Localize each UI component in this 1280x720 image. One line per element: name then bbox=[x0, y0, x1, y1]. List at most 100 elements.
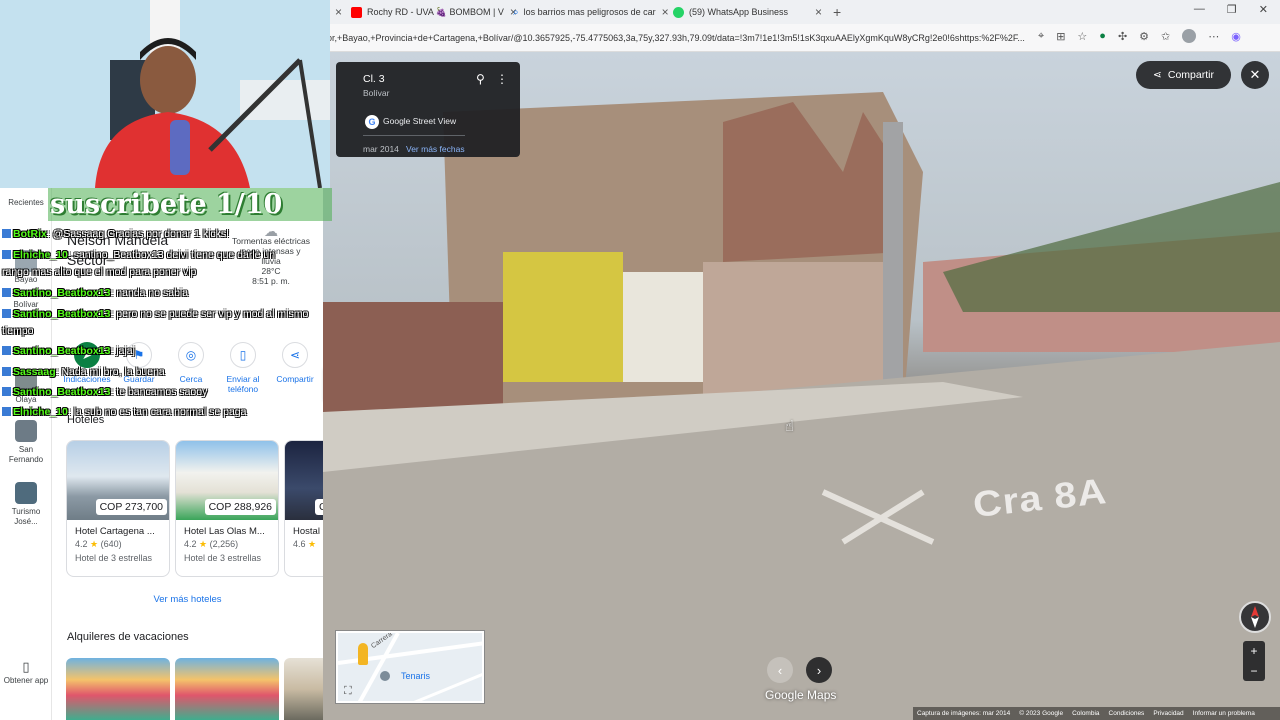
extensions-icon[interactable]: ✣ bbox=[1118, 30, 1127, 43]
hotel-price: COP 288,926 bbox=[204, 499, 276, 515]
rail-item-recientes[interactable]: Recientes bbox=[2, 198, 50, 208]
location-icon[interactable]: ⌖ bbox=[1038, 30, 1044, 43]
more-hotels-link[interactable]: Ver más hoteles bbox=[52, 594, 323, 605]
tab-youtube[interactable]: Rochy RD - UVA 🍇 BOMBOM | V × bbox=[351, 2, 521, 22]
new-tab-button[interactable]: + bbox=[833, 2, 841, 22]
compass-icon[interactable] bbox=[1239, 601, 1271, 633]
close-tab-icon[interactable]: × bbox=[662, 5, 668, 19]
vacation-rentals-heading: Alquileres de vacaciones bbox=[67, 631, 189, 643]
yellow-storefront bbox=[503, 252, 623, 382]
zoom-in-button[interactable]: + bbox=[1250, 644, 1257, 658]
review-count: (640) bbox=[100, 539, 122, 549]
address-bar: or,+Bayao,+Provincia+de+Cartagena,+Bolív… bbox=[323, 24, 1280, 52]
rail-item-san-fernando[interactable]: San Fernando bbox=[2, 420, 50, 465]
rail-item-label: Turismo José... bbox=[11, 507, 41, 526]
expand-icon[interactable]: ⛶ bbox=[344, 685, 352, 698]
zoom-out-button[interactable]: − bbox=[1250, 664, 1257, 678]
hand-cursor-icon: ☝ bbox=[785, 418, 795, 435]
share-icon: ⋖ bbox=[282, 342, 308, 368]
youtube-icon bbox=[351, 6, 362, 18]
chat-user: Elniche_10 bbox=[13, 249, 68, 261]
hotel-class: Hotel de 3 estrellas bbox=[75, 553, 153, 563]
url-field[interactable]: or,+Bayao,+Provincia+de+Cartagena,+Bolív… bbox=[327, 30, 1032, 46]
favorites-icon[interactable]: ✩ bbox=[1161, 30, 1170, 43]
left-building bbox=[323, 302, 503, 412]
privacy-link[interactable]: Privacidad bbox=[1153, 710, 1183, 717]
shop-front bbox=[703, 262, 883, 402]
send-to-phone-button[interactable]: ▯ Enviar al teléfono bbox=[218, 342, 268, 394]
hotel-photo: C bbox=[285, 441, 323, 520]
tab-whatsapp[interactable]: (59) WhatsApp Business × bbox=[673, 2, 825, 22]
vacation-rental-card[interactable] bbox=[66, 658, 170, 720]
more-options-icon[interactable]: ⋮ bbox=[496, 72, 508, 86]
zoom-controls: + − bbox=[1243, 641, 1265, 681]
pin-icon[interactable]: ⚲ bbox=[476, 72, 485, 86]
chat-message: Elniche_10: la sub no es tan cara normal… bbox=[2, 406, 246, 419]
copyright: © 2023 Google bbox=[1019, 710, 1064, 717]
previous-arrow-button[interactable]: ‹ bbox=[767, 657, 793, 683]
more-icon[interactable]: ⋯ bbox=[1208, 30, 1219, 43]
weather-temp: 28°C bbox=[261, 266, 281, 276]
minimap-poi-label: Tenaris bbox=[401, 671, 431, 681]
avatar[interactable] bbox=[1182, 29, 1197, 43]
close-window-icon[interactable]: ✕ bbox=[1259, 3, 1268, 16]
subscribe-banner: suscribete 1/10 bbox=[48, 188, 332, 221]
more-dates-link[interactable]: Ver más fechas bbox=[406, 144, 465, 154]
chat-user: BotRix bbox=[13, 228, 47, 240]
apps-icon[interactable]: ⊞ bbox=[1056, 30, 1065, 43]
get-app-button[interactable]: ▯ Obtener app bbox=[2, 659, 50, 686]
share-button[interactable]: ⋖ Compartir bbox=[270, 342, 320, 394]
extension-icon[interactable]: ● bbox=[1099, 30, 1106, 42]
chat-message: rango mas alto que el mod para poner vip bbox=[2, 266, 196, 279]
next-arrow-button[interactable]: › bbox=[806, 657, 832, 683]
minimap[interactable]: ⛶ Carrera Tenaris bbox=[336, 631, 484, 703]
badge-icon bbox=[2, 250, 11, 259]
badge-icon bbox=[2, 407, 11, 416]
address-bar-icons: ⌖ ⊞ ☆ ● ✣ ⚙ ✩ ⋯ ◉ bbox=[1038, 29, 1241, 43]
vacation-rental-card[interactable] bbox=[284, 658, 323, 720]
chat-text: : Nada mi bro, la buena bbox=[55, 366, 165, 378]
badge-icon bbox=[2, 387, 11, 396]
close-tab-icon[interactable]: × bbox=[329, 2, 342, 22]
hotel-card[interactable]: COP 288,926 Hotel Las Olas M... 4.2 ★ (2… bbox=[175, 440, 279, 577]
chat-text: : te bancamos saooy bbox=[110, 386, 208, 398]
street-view-canvas[interactable]: Cra 8A ☝ Cl. 3 Bolívar ⚲ ⋮ G Google Stre… bbox=[323, 52, 1280, 720]
terms-link[interactable]: Condiciones bbox=[1109, 710, 1145, 717]
restore-icon[interactable]: ❐ bbox=[1227, 3, 1237, 16]
settings-icon[interactable]: ⚙ bbox=[1139, 30, 1149, 43]
rail-item-turismo[interactable]: Turismo José... bbox=[2, 482, 50, 527]
favorite-icon[interactable]: ☆ bbox=[1077, 30, 1087, 43]
share-button[interactable]: ⋖ Compartir bbox=[1136, 61, 1231, 89]
close-street-view-button[interactable]: ✕ bbox=[1241, 61, 1269, 89]
tab-bar: × Rochy RD - UVA 🍇 BOMBOM | V × ⌕ los ba… bbox=[323, 0, 1280, 24]
hotel-card[interactable]: C Hostal 4.6 ★ bbox=[284, 440, 323, 577]
badge-icon bbox=[2, 288, 11, 297]
tab-title: (59) WhatsApp Business bbox=[689, 7, 789, 17]
pegman-icon[interactable] bbox=[358, 643, 368, 665]
chat-message: tiempo bbox=[2, 325, 34, 338]
share-icon: ⋖ bbox=[1153, 69, 1162, 81]
phone-icon: ▯ bbox=[22, 659, 30, 674]
minimize-icon[interactable]: — bbox=[1194, 3, 1205, 16]
cloud-rain-icon: ☁ bbox=[264, 223, 278, 239]
vacation-rental-card[interactable] bbox=[175, 658, 279, 720]
imagery-date: Captura de imágenes: mar 2014 bbox=[917, 710, 1011, 717]
report-problem-link[interactable]: Informar un problema bbox=[1193, 710, 1255, 717]
hotel-name: Hotel Las Olas M... bbox=[184, 526, 265, 537]
chevron-left-icon: ‹ bbox=[777, 662, 783, 678]
hotel-card[interactable]: COP 273,700 Hotel Cartagena ... 4.2 ★ (6… bbox=[66, 440, 170, 577]
tab-search[interactable]: ⌕ los barrios mas peligrosos de car × bbox=[513, 2, 668, 22]
copilot-icon[interactable]: ◉ bbox=[1231, 30, 1241, 43]
country-link[interactable]: Colombia bbox=[1072, 710, 1099, 717]
chat-message: BotRix: @Sassaag Gracias por donar 1 kic… bbox=[2, 228, 229, 241]
weather-time: 8:51 p. m. bbox=[252, 276, 290, 286]
street-name: Cl. 3 bbox=[363, 73, 385, 85]
chat-text: : la sub no es tan cara normal se paga bbox=[67, 406, 247, 418]
webcam-scene bbox=[0, 0, 330, 188]
hotel-class: Hotel de 3 estrellas bbox=[184, 553, 262, 563]
street-view-info-card: Cl. 3 Bolívar ⚲ ⋮ G Google Street View m… bbox=[336, 62, 520, 157]
close-tab-icon[interactable]: × bbox=[815, 5, 822, 19]
capture-date: mar 2014 bbox=[363, 144, 399, 154]
badge-icon bbox=[2, 229, 11, 238]
hotel-name: Hotel Cartagena ... bbox=[75, 526, 155, 537]
